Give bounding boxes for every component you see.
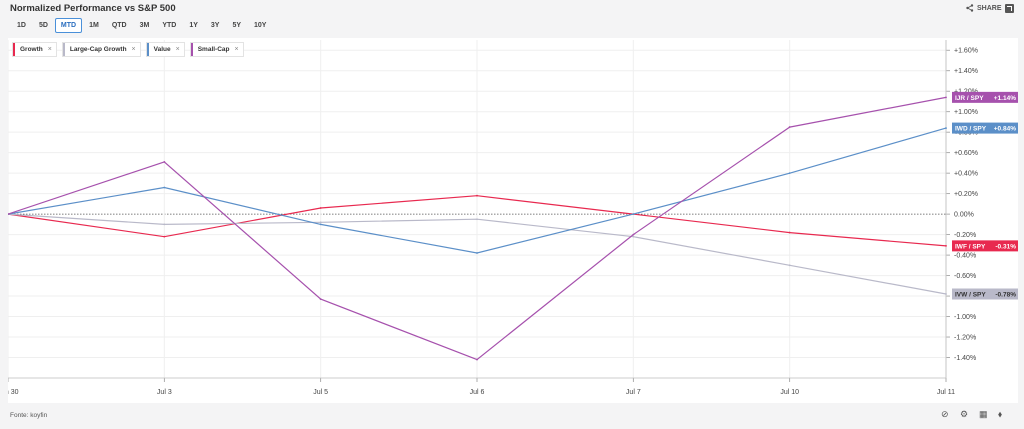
share-label: SHARE	[977, 4, 1002, 12]
legend-remove-icon[interactable]: ×	[48, 46, 52, 53]
legend-swatch	[146, 43, 149, 56]
legend-label: Value	[153, 46, 171, 53]
y-tick-label: -0.20%	[954, 232, 976, 239]
hide-lines-icon[interactable]: ⊘	[941, 409, 949, 420]
data-point	[476, 218, 478, 221]
tag-value: +0.84%	[994, 126, 1016, 133]
x-tick-label: Jul 11	[937, 389, 955, 396]
y-tick-label: +0.40%	[954, 171, 978, 178]
legend-item[interactable]: Small-Cap ×	[189, 42, 244, 57]
data-point	[632, 235, 635, 238]
line-chart: +1.60%+1.40%+1.20%+1.00%+0.80%+0.60%+0.4…	[0, 40, 1018, 396]
data-point	[319, 298, 322, 301]
tag-value: +1.14%	[994, 95, 1016, 102]
legend-remove-icon[interactable]: ×	[176, 46, 180, 53]
range-selector: 1D 5D MTD 1M QTD 3M YTD 1Y 3Y 5Y 10Y	[11, 18, 273, 33]
data-point	[632, 233, 635, 236]
expand-icon[interactable]	[1005, 4, 1014, 13]
data-point	[632, 213, 635, 216]
legend-label: Small-Cap	[197, 46, 230, 53]
y-tick-label: +1.40%	[954, 68, 978, 75]
tag-ticker: IWD / SPY	[955, 126, 987, 133]
range-button-mtd[interactable]: MTD	[54, 18, 83, 33]
data-point	[476, 252, 478, 254]
tag-value: -0.78%	[995, 292, 1016, 299]
source-label: Fonte: koyfin	[10, 412, 48, 419]
x-tick-label: Jun 30	[8, 389, 19, 396]
data-point	[788, 231, 791, 234]
legend-swatch	[62, 43, 65, 56]
y-tick-label: -0.60%	[954, 273, 976, 280]
y-tick-label: +1.00%	[954, 109, 978, 116]
tag-icon[interactable]: ⬧	[998, 409, 1002, 420]
y-tick-label: -0.40%	[954, 253, 976, 260]
legend-remove-icon[interactable]: ×	[132, 46, 136, 53]
range-button-1y[interactable]: 1Y	[183, 18, 204, 33]
tag-ticker: IJR / SPY	[955, 95, 984, 102]
data-point	[476, 358, 478, 361]
data-point	[319, 221, 322, 224]
range-button-3m[interactable]: 3M	[134, 18, 156, 33]
series-end-tag: IJR / SPY +1.14%	[952, 91, 1018, 103]
legend-item[interactable]: Growth ×	[12, 42, 57, 57]
chart-title: Normalized Performance vs S&P 500	[10, 3, 176, 14]
share-icon	[966, 4, 974, 12]
range-button-5d[interactable]: 5D	[33, 18, 54, 33]
data-point	[163, 160, 166, 163]
series-end-tag: IWF / SPY -0.31%	[952, 240, 1018, 252]
data-point	[163, 223, 166, 226]
range-button-10y[interactable]: 10Y	[248, 18, 272, 33]
series-end-tag: IWD / SPY +0.84%	[952, 122, 1018, 134]
data-point	[945, 127, 947, 129]
legend-remove-icon[interactable]: ×	[235, 46, 239, 53]
range-button-5y[interactable]: 5Y	[226, 18, 247, 33]
data-point	[163, 186, 166, 189]
data-point	[319, 223, 322, 226]
y-tick-label: +0.60%	[954, 150, 978, 157]
y-tick-label: +0.20%	[954, 191, 978, 198]
y-tick-label: -1.00%	[954, 314, 976, 321]
x-tick-label: Jul 5	[313, 389, 328, 396]
y-tick-label: -1.40%	[954, 355, 976, 362]
x-tick-label: Jul 6	[470, 389, 485, 396]
x-tick-label: Jul 10	[780, 389, 799, 396]
y-tick-label: +1.60%	[954, 48, 978, 55]
share-button[interactable]: SHARE	[966, 4, 1002, 12]
settings-icon[interactable]: ⚙	[960, 409, 968, 420]
data-point	[945, 293, 947, 295]
data-point	[788, 264, 791, 267]
range-button-3y[interactable]: 3Y	[205, 18, 226, 33]
legend: Growth × Large-Cap Growth × Value × Small-Cap ×	[12, 42, 244, 57]
tag-value: -0.31%	[995, 243, 1016, 250]
data-point	[476, 194, 478, 197]
range-button-ytd[interactable]: YTD	[156, 18, 182, 33]
series-end-tag: IVW / SPY -0.78%	[952, 288, 1018, 300]
legend-item[interactable]: Value ×	[145, 42, 185, 57]
y-tick-label: 0.00%	[954, 212, 974, 219]
data-point	[163, 235, 166, 238]
range-button-qtd[interactable]: QTD	[106, 18, 133, 33]
table-icon[interactable]: ▦	[979, 409, 988, 420]
tag-ticker: IWF / SPY	[955, 243, 986, 250]
data-point	[788, 126, 791, 128]
tag-ticker: IVW / SPY	[955, 292, 986, 299]
x-tick-label: Jul 3	[157, 389, 172, 396]
range-button-1m[interactable]: 1M	[83, 18, 105, 33]
data-point	[788, 172, 791, 175]
range-button-1d[interactable]: 1D	[11, 18, 32, 33]
x-tick-label: Jul 7	[626, 389, 641, 396]
legend-label: Growth	[20, 46, 43, 53]
y-tick-label: -1.20%	[954, 335, 976, 342]
chart-widget: Normalized Performance vs S&P 500 SHARE …	[0, 0, 1024, 429]
data-point	[945, 244, 947, 247]
data-point	[319, 207, 322, 209]
plot-area: +1.60%+1.40%+1.20%+1.00%+0.80%+0.60%+0.4…	[0, 38, 1018, 403]
legend-swatch	[13, 43, 15, 56]
legend-item[interactable]: Large-Cap Growth ×	[61, 42, 141, 57]
data-point	[945, 96, 947, 99]
legend-swatch	[190, 43, 193, 56]
legend-label: Large-Cap Growth	[69, 46, 127, 53]
